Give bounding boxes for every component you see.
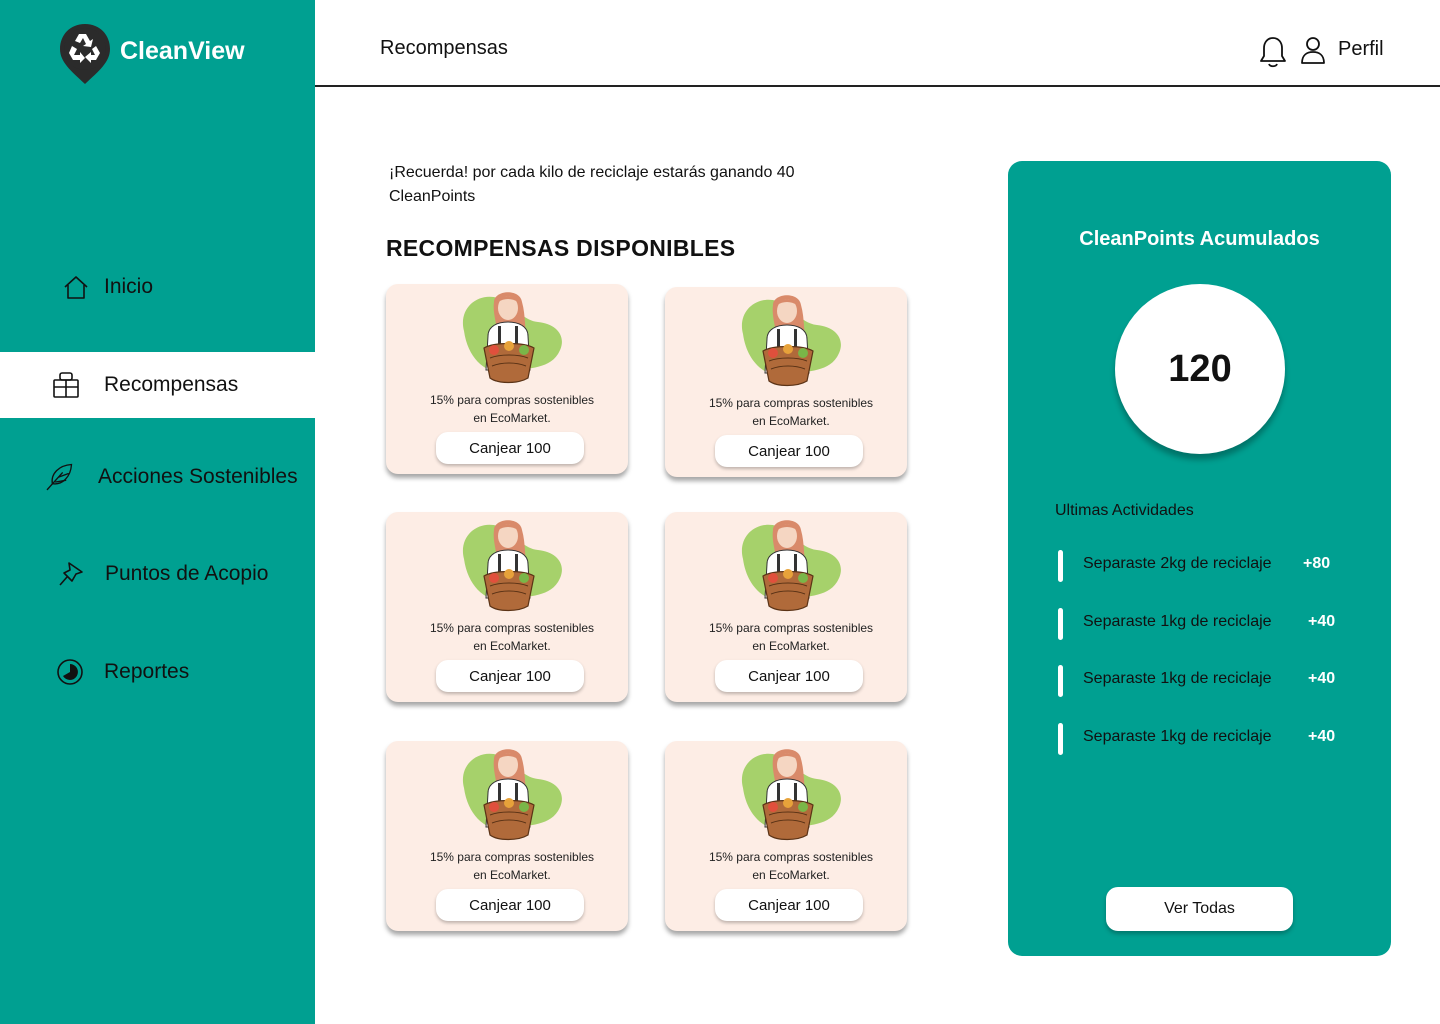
sidebar-item-inicio[interactable]: Inicio <box>0 254 315 320</box>
activity-marker <box>1058 723 1063 755</box>
topbar: Recompensas Perfil <box>315 0 1440 87</box>
section-title: RECOMPENSAS DISPONIBLES <box>386 235 736 261</box>
woman-with-basket-illustration <box>741 749 841 841</box>
reward-card: 15% para compras sostenibles en EcoMarket… <box>386 512 628 702</box>
reward-description-line: en EcoMarket. <box>752 868 830 882</box>
reward-description: 15% para compras sostenibles en EcoMarket… <box>665 394 917 430</box>
app-name: CleanView <box>120 36 245 65</box>
reward-description: 15% para compras sostenibles en EcoMarket… <box>386 391 638 427</box>
reward-card: 15% para compras sostenibles en EcoMarket… <box>665 512 907 702</box>
woman-with-basket-illustration <box>462 520 562 612</box>
reward-card: 15% para compras sostenibles en EcoMarket… <box>665 287 907 477</box>
activity-points: +40 <box>1308 670 1336 687</box>
reward-description-line: en EcoMarket. <box>752 639 830 653</box>
sidebar-item-puntos-de-acopio[interactable]: Puntos de Acopio <box>0 541 315 607</box>
woman-with-basket-illustration <box>462 749 562 841</box>
logo[interactable]: CleanView <box>58 22 245 86</box>
user-icon[interactable] <box>1300 35 1326 65</box>
feather-icon <box>44 462 74 492</box>
activity-item: Separaste 1kg de reciclaje +40 <box>1058 605 1378 641</box>
reward-description-line: 15% para compras sostenibles <box>708 850 874 864</box>
page-title: Recompensas <box>380 37 508 59</box>
sidebar-item-reportes[interactable]: Reportes <box>0 639 315 705</box>
reminder-text: ¡Recuerda! por cada kilo de reciclaje es… <box>389 164 795 205</box>
sidebar-item-recompensas[interactable]: Recompensas <box>0 352 315 418</box>
reward-description-line: 15% para compras sostenibles <box>429 621 595 635</box>
sidebar-item-label: Reportes <box>104 660 190 683</box>
reward-description: 15% para compras sostenibles en EcoMarket… <box>386 619 638 655</box>
reward-description-line: 15% para compras sostenibles <box>429 850 595 864</box>
gift-icon <box>51 370 81 400</box>
activity-points: +40 <box>1308 728 1336 745</box>
reward-description-line: 15% para compras sostenibles <box>708 621 874 635</box>
activity-text: Separaste 2kg de reciclaje <box>1083 555 1272 572</box>
woman-with-basket-illustration <box>462 292 562 384</box>
redeem-button[interactable]: Canjear 100 <box>715 435 863 467</box>
reward-card: 15% para compras sostenibles en EcoMarket… <box>665 741 907 931</box>
profile-link[interactable]: Perfil <box>1338 38 1384 61</box>
reward-description-line: en EcoMarket. <box>473 639 551 653</box>
activity-text: Separaste 1kg de reciclaje <box>1083 670 1272 687</box>
reward-description: 15% para compras sostenibles en EcoMarket… <box>665 848 917 884</box>
activity-points: +80 <box>1303 555 1331 572</box>
pie-chart-icon <box>55 657 85 687</box>
redeem-button[interactable]: Canjear 100 <box>436 432 584 464</box>
reward-description-line: 15% para compras sostenibles <box>429 393 595 407</box>
redeem-button[interactable]: Canjear 100 <box>715 889 863 921</box>
redeem-button[interactable]: Canjear 100 <box>715 660 863 692</box>
reward-description-line: en EcoMarket. <box>473 868 551 882</box>
bell-icon[interactable] <box>1258 35 1288 69</box>
reward-description-line: en EcoMarket. <box>473 411 551 425</box>
sidebar-item-acciones-sostenibles[interactable]: Acciones Sostenibles <box>0 444 315 510</box>
reward-description-line: en EcoMarket. <box>752 414 830 428</box>
reward-card: 15% para compras sostenibles en EcoMarket… <box>386 741 628 931</box>
reward-description-line: 15% para compras sostenibles <box>708 396 874 410</box>
woman-with-basket-illustration <box>741 520 841 612</box>
activity-marker <box>1058 665 1063 697</box>
panel-title: CleanPoints Acumulados <box>1079 228 1320 250</box>
cleanpoints-panel: CleanPoints Acumulados 120 Ultimas Activ… <box>1008 161 1391 956</box>
home-icon <box>61 272 91 302</box>
recycle-pin-icon <box>60 24 110 84</box>
activities-title: Ultimas Actividades <box>1055 502 1194 519</box>
activity-item: Separaste 2kg de reciclaje +80 <box>1058 547 1378 583</box>
sidebar-item-label: Acciones Sostenibles <box>98 465 298 488</box>
sidebar-item-label: Inicio <box>104 275 154 298</box>
redeem-button[interactable]: Canjear 100 <box>436 889 584 921</box>
activity-points: +40 <box>1308 613 1336 630</box>
reward-card: 15% para compras sostenibles en EcoMarket… <box>386 284 628 474</box>
activity-item: Separaste 1kg de reciclaje +40 <box>1058 662 1378 698</box>
sidebar-item-label: Puntos de Acopio <box>105 562 269 585</box>
activity-text: Separaste 1kg de reciclaje <box>1083 613 1272 630</box>
woman-with-basket-illustration <box>741 295 841 387</box>
reward-description: 15% para compras sostenibles en EcoMarket… <box>386 848 638 884</box>
redeem-button[interactable]: Canjear 100 <box>436 660 584 692</box>
sidebar: CleanView Inicio Recompensas Acciones So… <box>0 0 315 1024</box>
activity-marker <box>1058 550 1063 582</box>
pin-icon <box>56 559 86 589</box>
reward-description: 15% para compras sostenibles en EcoMarket… <box>665 619 917 655</box>
activity-marker <box>1058 608 1063 640</box>
sidebar-item-label: Recompensas <box>104 373 239 396</box>
points-total: 120 <box>1115 284 1285 454</box>
activity-text: Separaste 1kg de reciclaje <box>1083 728 1272 745</box>
view-all-button[interactable]: Ver Todas <box>1106 887 1293 931</box>
activity-item: Separaste 1kg de reciclaje +40 <box>1058 720 1378 756</box>
